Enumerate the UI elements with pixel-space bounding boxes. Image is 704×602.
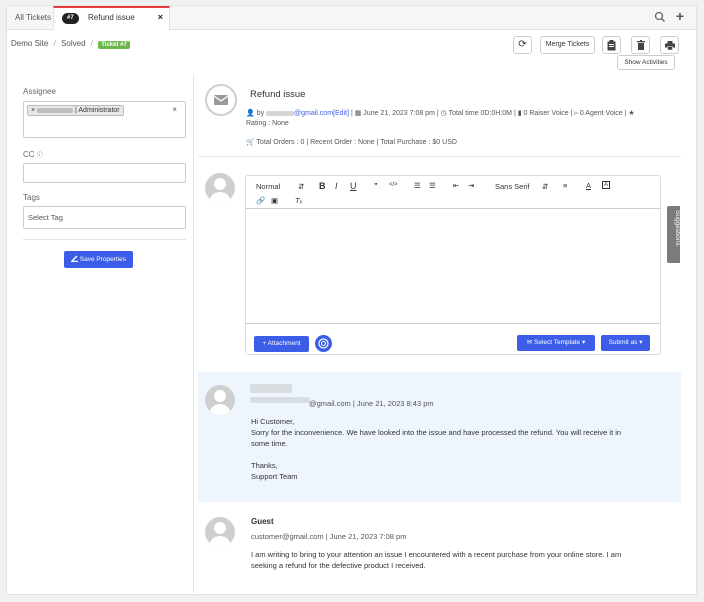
clock-icon: ◷	[440, 110, 447, 117]
outdent-icon[interactable]: ⇤	[453, 181, 459, 190]
edit-raiser-link[interactable]: [Edit]	[333, 110, 349, 117]
user-icon: 👤	[246, 110, 255, 117]
cc-input[interactable]	[23, 163, 186, 183]
ticket-orders: 🛒 Total Orders : 0 | Recent Order : None…	[246, 139, 457, 146]
trash-icon	[636, 40, 645, 50]
thread-agent-reply: @gmail.com | June 21, 2023 8:43 pm Hi Cu…	[198, 372, 681, 502]
ticket-number-badge: #7	[62, 13, 79, 24]
delete-button[interactable]	[631, 36, 650, 54]
add-ticket-button[interactable]: +	[676, 8, 684, 24]
thread-body: I am writing to bring to your attention …	[251, 550, 622, 570]
tab-all-tickets[interactable]: All Tickets	[7, 6, 59, 30]
caret-down-icon: ▾	[581, 339, 586, 346]
breadcrumb-status[interactable]: Solved	[61, 39, 85, 48]
thread-meta: @gmail.com | June 21, 2023 8:43 pm	[309, 399, 434, 408]
tab-title: Refund issue	[88, 13, 135, 22]
tab-refund-issue[interactable]: #7 Refund issue ×	[53, 6, 170, 30]
breadcrumb-site[interactable]: Demo Site	[11, 39, 48, 48]
clear-format-icon[interactable]: Tₓ	[295, 196, 302, 205]
blurred-email	[266, 110, 295, 116]
blurred-agent-email	[250, 397, 310, 403]
save-properties-button[interactable]: Save Properties	[64, 251, 133, 268]
bold-icon[interactable]: B	[319, 181, 326, 191]
breadcrumb: Demo Site / Solved / Ticket #7	[11, 39, 130, 49]
show-activities-button[interactable]: Show Activities	[617, 55, 675, 70]
ticket-subject: Refund issue	[250, 89, 306, 100]
app-frame: All Tickets #7 Refund issue × + Demo Sit…	[6, 5, 697, 595]
divider	[23, 239, 186, 240]
thread-body: Hi Customer, Sorry for the inconvenience…	[251, 417, 622, 481]
divider	[198, 156, 681, 157]
tab-bar: All Tickets #7 Refund issue × +	[7, 6, 696, 30]
underline-icon[interactable]: U	[350, 181, 357, 191]
ai-assistant-button[interactable]	[315, 335, 332, 352]
indent-icon[interactable]: ⇥	[468, 181, 474, 190]
suggestions-tab[interactable]: Suggestions	[667, 206, 681, 263]
megaphone-icon: ▹	[574, 110, 578, 117]
code-icon[interactable]: </>	[389, 182, 398, 188]
assignee-select[interactable]: × | Administrator ×	[23, 101, 186, 138]
bullet-list-icon[interactable]: ☰	[429, 181, 436, 190]
image-icon[interactable]: ▣	[271, 196, 278, 205]
tags-placeholder: Select Tag	[28, 213, 63, 222]
save-icon	[70, 255, 78, 262]
align-icon[interactable]: ≡	[563, 181, 567, 190]
cart-icon: 🛒	[246, 139, 255, 146]
clear-assignee-icon[interactable]: ×	[172, 105, 177, 114]
background-color-icon[interactable]: A	[602, 181, 611, 189]
plus-icon: +	[262, 340, 267, 347]
thread-meta: customer@gmail.com | June 21, 2023 7:08 …	[251, 532, 407, 541]
ticket-meta: 👤 by @gmail.com[Edit] | ▦ June 21, 2023 …	[246, 110, 635, 127]
search-icon[interactable]	[654, 11, 666, 23]
close-icon[interactable]: ×	[158, 12, 163, 22]
text-color-icon[interactable]: A	[586, 181, 591, 190]
openai-icon	[318, 338, 329, 349]
info-icon: ⓘ	[36, 153, 43, 159]
caret-down-icon: ▾	[639, 339, 643, 346]
editor-toolbar: Normal ⇵ B I U ” </> ☰ ☰ ⇤ ⇥ Sans Serif …	[246, 176, 660, 209]
star-icon: ★	[628, 110, 635, 117]
format-select[interactable]: Normal	[256, 182, 280, 191]
mail-icon	[213, 95, 229, 105]
tags-select[interactable]: Select Tag	[23, 206, 186, 229]
ordered-list-icon[interactable]: ☰	[414, 181, 421, 190]
clipboard-icon	[607, 40, 616, 51]
assignee-label: Assignee	[23, 87, 56, 96]
avatar	[205, 385, 235, 415]
chevron-updown-icon[interactable]: ⇵	[542, 182, 548, 191]
ticket-badge: Ticket #7	[98, 41, 130, 49]
merge-tickets-button[interactable]: Merge Tickets	[540, 36, 595, 54]
avatar	[205, 517, 235, 547]
thread-customer-message: Guest customer@gmail.com | June 21, 2023…	[198, 503, 681, 591]
template-icon: ✉	[526, 339, 533, 346]
comment-icon: ▮	[517, 110, 522, 117]
blurred-agent-name	[250, 384, 292, 393]
avatar	[205, 173, 235, 203]
reply-editor: Normal ⇵ B I U ” </> ☰ ☰ ⇤ ⇥ Sans Serif …	[245, 175, 661, 355]
blurred-name	[37, 107, 74, 113]
envelope-icon	[205, 84, 237, 116]
thread-author: Guest	[251, 517, 274, 526]
chevron-updown-icon[interactable]: ⇵	[298, 182, 304, 191]
link-icon[interactable]: 🔗	[256, 196, 265, 205]
print-button[interactable]	[660, 36, 679, 54]
quote-icon[interactable]: ”	[374, 181, 378, 190]
cc-label: CC ⓘ	[23, 150, 43, 159]
printer-icon	[664, 41, 675, 51]
select-template-button[interactable]: ✉ Select Template ▾	[517, 335, 595, 351]
tags-label: Tags	[23, 193, 40, 202]
calendar-icon: ▦	[354, 110, 362, 117]
italic-icon[interactable]: I	[335, 181, 338, 191]
submit-as-button[interactable]: Submit as ▾	[601, 335, 650, 351]
font-select[interactable]: Sans Serif	[495, 182, 530, 191]
clipboard-button[interactable]	[602, 36, 621, 54]
reply-textarea[interactable]	[246, 209, 660, 324]
attachment-button[interactable]: + Attachment	[254, 336, 309, 352]
properties-panel: Assignee × | Administrator × CC ⓘ Tags S…	[7, 75, 194, 593]
refresh-button[interactable]: ⟳	[513, 36, 532, 54]
assignee-chip[interactable]: × | Administrator	[27, 105, 124, 116]
